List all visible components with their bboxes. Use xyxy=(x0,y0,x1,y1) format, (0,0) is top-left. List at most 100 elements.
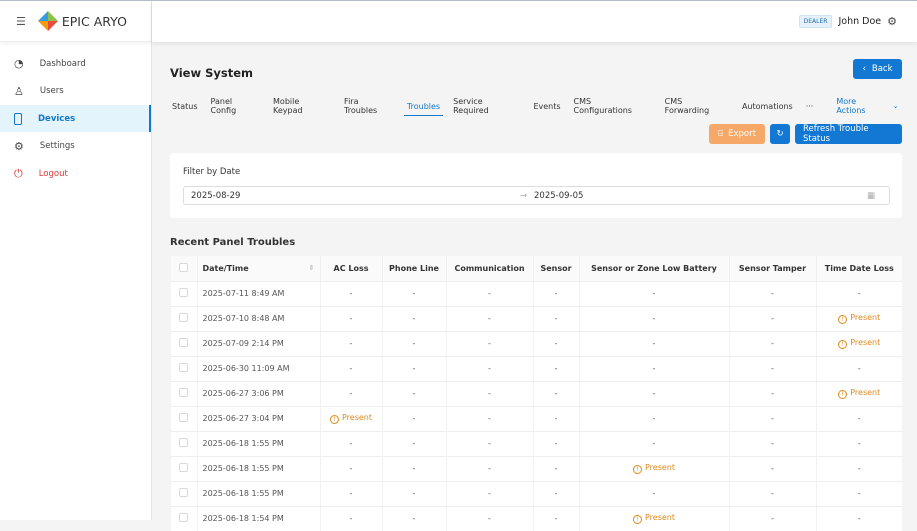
warning-icon: ! xyxy=(838,340,848,349)
row-checkbox[interactable] xyxy=(179,288,189,297)
tabs-overflow-button[interactable]: ··· xyxy=(799,94,820,118)
table-cell: - xyxy=(446,355,534,381)
table-cell: - xyxy=(533,405,580,431)
sidebar: ☰ EPIC ARYO ◔ Dashboard ♙ Users Devices ⚙ S… xyxy=(0,1,152,520)
column-header[interactable]: Date/Time ⇕ xyxy=(197,256,321,281)
row-checkbox[interactable] xyxy=(179,463,189,472)
column-header: Phone Line xyxy=(382,256,447,281)
row-checkbox-cell[interactable] xyxy=(171,355,198,381)
calendar-icon[interactable]: ▦ xyxy=(867,191,889,201)
sidebar-item-label: Logout xyxy=(38,168,68,179)
tab-troubles[interactable]: Troubles xyxy=(400,94,446,118)
table-cell: - xyxy=(816,480,902,506)
row-checkbox-cell[interactable] xyxy=(171,405,198,431)
sidebar-item-devices[interactable]: Devices xyxy=(0,105,151,132)
table-row[interactable]: 2025-06-30 11:09 AM - - - - - - - xyxy=(171,355,902,381)
table-cell: - xyxy=(320,330,383,356)
table-cell: - xyxy=(446,280,534,306)
table-cell: 2025-06-27 3:04 PM xyxy=(197,405,321,431)
tab-automations[interactable]: Automations xyxy=(735,94,799,118)
row-checkbox[interactable] xyxy=(179,413,189,422)
tab-mobile-keypad[interactable]: Mobile Keypad xyxy=(267,94,338,118)
table-cell: - xyxy=(816,430,902,456)
table-cell: - xyxy=(579,355,730,381)
row-checkbox[interactable] xyxy=(179,513,189,523)
status-text: Present xyxy=(644,513,675,523)
column-label: Date/Time xyxy=(202,263,249,273)
table-cell: 2025-06-30 11:09 AM xyxy=(197,355,321,381)
table-cell: - xyxy=(729,355,817,381)
tab-service-required[interactable]: Service Required xyxy=(447,94,527,118)
table-row[interactable]: 2025-06-18 1:55 PM - - - -! Present - - xyxy=(171,455,902,481)
table-cell: - xyxy=(533,430,580,456)
end-date-input[interactable]: 2025-09-05 xyxy=(534,191,867,201)
tab-events[interactable]: Events xyxy=(527,94,567,118)
table-row[interactable]: 2025-06-27 3:04 PM! Present - - - - - - xyxy=(171,405,902,431)
more-actions-label: More Actions xyxy=(836,97,866,115)
tab-status[interactable]: Status xyxy=(170,94,204,118)
row-checkbox[interactable] xyxy=(179,313,189,322)
tab-cms-configurations[interactable]: CMS Configurations xyxy=(567,94,658,118)
logo[interactable]: EPIC ARYO xyxy=(37,11,127,31)
row-checkbox-cell[interactable] xyxy=(171,280,198,306)
row-checkbox-cell[interactable] xyxy=(171,380,198,406)
table-cell: - xyxy=(729,280,817,306)
warning-icon: ! xyxy=(329,415,339,424)
row-checkbox-cell[interactable] xyxy=(171,480,198,506)
more-actions-dropdown[interactable]: More Actions ⌄ xyxy=(830,94,905,118)
table-row[interactable]: 2025-06-18 1:55 PM - - - - - - - xyxy=(171,430,902,456)
user-settings-icon[interactable]: ⚙ xyxy=(887,15,897,28)
row-checkbox[interactable] xyxy=(179,488,189,497)
table-cell: - xyxy=(533,355,580,381)
tab-fira-troubles[interactable]: Fira Troubles xyxy=(338,94,401,118)
row-checkbox[interactable] xyxy=(179,388,189,397)
row-checkbox-cell[interactable] xyxy=(171,430,198,456)
refresh-trouble-status-button[interactable]: Refresh Trouble Status xyxy=(795,124,902,144)
table-row[interactable]: 2025-06-27 3:06 PM - - - - - -! Present xyxy=(171,380,902,406)
user-name[interactable]: John Doe xyxy=(838,16,881,27)
table-row[interactable]: 2025-07-09 2:14 PM - - - - - -! Present xyxy=(171,330,902,356)
row-checkbox-cell[interactable] xyxy=(171,330,198,356)
table-row[interactable]: 2025-06-18 1:55 PM - - - - - - - xyxy=(171,480,902,506)
table-cell: - xyxy=(320,280,383,306)
sidebar-item-users[interactable]: ♙ Users xyxy=(0,78,151,105)
sort-icon[interactable]: ⇕ xyxy=(309,264,315,272)
table-cell: - xyxy=(382,280,447,306)
status-text: Present xyxy=(850,338,881,347)
role-badge: DEALER xyxy=(798,15,833,28)
reload-button[interactable]: ↻ xyxy=(770,124,790,144)
select-all-checkbox[interactable] xyxy=(179,262,189,272)
table-cell: 2025-06-18 1:55 PM xyxy=(197,480,321,506)
select-all-checkbox-cell[interactable] xyxy=(171,256,198,281)
tab-cms-forwarding[interactable]: CMS Forwarding xyxy=(658,94,735,118)
menu-collapse-icon[interactable]: ☰ xyxy=(16,15,26,28)
table-cell: - xyxy=(816,280,902,306)
row-checkbox-cell[interactable] xyxy=(171,455,198,481)
table-row[interactable]: 2025-07-11 8:49 AM - - - - - - - xyxy=(171,280,902,306)
table-cell: 2025-07-10 8:48 AM xyxy=(197,305,321,331)
table-cell: - xyxy=(320,455,383,481)
tab-panel-config[interactable]: Panel Config xyxy=(204,94,267,118)
row-checkbox[interactable] xyxy=(179,338,189,347)
table-row[interactable]: 2025-07-10 8:48 AM - - - - - -! Present xyxy=(171,305,902,331)
table-cell: ! Present xyxy=(816,380,902,406)
row-checkbox-cell[interactable] xyxy=(171,305,198,331)
sidebar-item-label: Dashboard xyxy=(39,58,86,69)
table-cell: - xyxy=(382,430,447,456)
sidebar-item-dashboard[interactable]: ◔ Dashboard xyxy=(0,50,151,77)
start-date-input[interactable]: 2025-08-29 xyxy=(184,191,520,201)
sidebar-item-settings[interactable]: ⚙ Settings xyxy=(0,133,151,160)
date-range-picker[interactable]: 2025-08-29 → 2025-09-05 ▦ xyxy=(183,186,890,205)
table-cell: - xyxy=(446,305,534,331)
sidebar-item-logout[interactable]: ⏻ Logout xyxy=(0,160,151,187)
table-cell: - xyxy=(320,305,383,331)
row-checkbox[interactable] xyxy=(179,438,189,447)
back-button[interactable]: ‹ Back xyxy=(853,59,902,79)
table-cell: - xyxy=(382,330,447,356)
table-cell: 2025-06-18 1:55 PM xyxy=(197,455,321,481)
column-header: Communication xyxy=(446,256,534,281)
table-cell: - xyxy=(446,480,534,506)
table-cell: - xyxy=(446,380,534,406)
export-button[interactable]: ⍈ Export xyxy=(709,124,765,144)
row-checkbox[interactable] xyxy=(179,363,189,372)
